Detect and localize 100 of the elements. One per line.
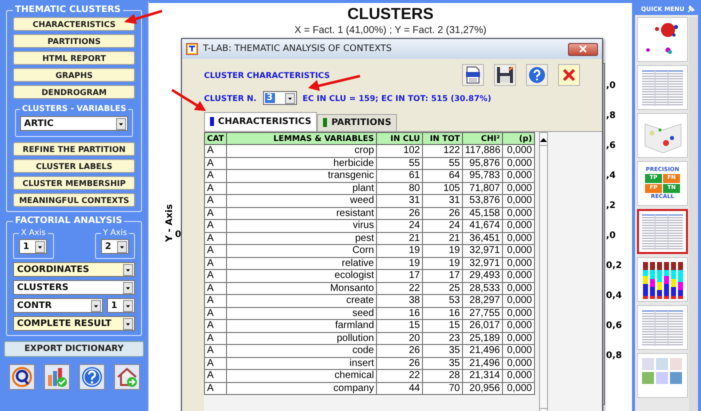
table-cell: 20,956 [462,382,502,394]
table-cell: A [204,357,226,370]
table-cell: 102 [376,144,422,157]
table-cell: crop [226,144,376,157]
table-cell: 21 [422,232,462,244]
column-header[interactable]: CHI² [462,132,502,144]
table-cell: 21,496 [462,357,502,370]
table-cell: A [204,170,226,182]
table-cell: 21,496 [462,344,502,357]
table-cell: 28 [422,370,462,382]
axis-title: Y Axis [102,228,128,238]
table-cell: Corn [226,244,376,257]
menu-button[interactable]: HTML REPORT [13,51,136,65]
table-cell: 41,674 [462,220,502,232]
table-cell: 0,000 [502,270,534,282]
group-title: FACTORIAL ANALYSIS [14,216,124,226]
table-cell: 29,493 [462,270,502,282]
column-header[interactable]: LEMMAS & VARIABLES [226,132,376,144]
axis-dropdown[interactable]: 2 [100,239,129,254]
menu-button[interactable]: CLUSTER LABELS [13,159,136,173]
menu-button[interactable]: PARTITIONS [13,34,136,48]
table-cell: 26 [376,207,422,220]
table-cell: 80 [376,182,422,194]
table-cell: A [204,307,226,320]
dropdown[interactable]: CLUSTERS [13,280,135,295]
table-cell: ecologist [226,270,376,282]
column-header[interactable]: (p) [502,132,534,144]
column-header[interactable]: CAT [204,132,226,144]
table-cell: 28,297 [462,294,502,307]
table-cell: A [204,220,226,232]
table-cell: pest [226,232,376,244]
table-cell: 71,807 [462,182,502,194]
column-header[interactable]: IN TOT [422,132,462,144]
table-cell: 0,000 [502,382,534,394]
table-cell: 0,000 [502,157,534,170]
table-cell: 19 [376,257,422,270]
table-cell: weed [226,194,376,207]
table-cell: 0,000 [502,320,534,332]
table-cell: 28,533 [462,282,502,294]
table-cell: insert [226,357,376,370]
table-cell: 32,971 [462,257,502,270]
table-cell: 53 [422,294,462,307]
table-cell: A [204,320,226,332]
group-title: THEMATIC CLUSTERS [14,5,122,15]
table-cell: 38 [376,294,422,307]
table-cell: 22 [376,370,422,382]
export-button[interactable]: EXPORT DICTIONARY [4,341,144,357]
table-cell: 0,000 [502,220,534,232]
menu-button[interactable]: GRAPHS [13,68,136,82]
table-cell: A [204,282,226,294]
menu-button[interactable]: CHARACTERISTICS [13,17,136,31]
table-cell: 36,451 [462,232,502,244]
table-cell: 15 [422,320,462,332]
table-cell: 26,017 [462,320,502,332]
dropdown[interactable]: ARTIC [20,116,128,131]
cluster-dropdown[interactable]: 3 [262,91,297,105]
table-cell: 122 [422,144,462,157]
table-cell: A [204,257,226,270]
table-cell: create [226,294,376,307]
table-cell: 55 [376,157,422,170]
tab[interactable]: CHARACTERISTICS [204,112,318,131]
table-cell: 24 [422,220,462,232]
table-cell: A [204,194,226,207]
table-cell: 61 [376,170,422,182]
dropdown[interactable]: COORDINATES [13,262,135,277]
column-header[interactable]: IN CLU [376,132,422,144]
table-cell: 16 [376,307,422,320]
table-cell: 0,000 [502,207,534,220]
table-cell: 105 [422,182,462,194]
menu-button[interactable]: REFINE THE PARTITION [13,142,136,156]
table-cell: A [204,232,226,244]
table-cell: 64 [422,170,462,182]
dropdown[interactable]: COMPLETE RESULT [13,316,135,331]
axis-dropdown[interactable]: 1 [19,239,47,254]
table-cell: 26 [376,344,422,357]
table-cell: 22 [376,282,422,294]
table-cell: 26 [376,357,422,370]
axis-tick: 0,6 [606,320,622,333]
table-cell: 25 [422,282,462,294]
axis-tick: ,0 [606,80,617,93]
table-cell: A [204,370,226,382]
table-cell: A [204,294,226,307]
table-cell: Monsanto [226,282,376,294]
table-cell: 0,000 [502,307,534,320]
table-cell: A [204,332,226,344]
table-cell: 55 [422,157,462,170]
table-cell: 31 [422,194,462,207]
dropdown[interactable]: CONTR [13,298,103,313]
table-cell: 0,000 [502,194,534,207]
dropdown[interactable]: 1 [107,298,135,313]
table-cell: 0,000 [502,170,534,182]
tab[interactable]: PARTITIONS [317,114,398,131]
menu-button[interactable]: MEANINGFUL CONTEXTS [13,193,136,207]
menu-button[interactable]: DENDROGRAM [13,85,136,99]
table-cell: 32,971 [462,244,502,257]
table-cell: 15 [376,320,422,332]
axis-tick: ,8 [606,110,617,123]
table-cell: 0,000 [502,294,534,307]
table-cell: 0,000 [502,370,534,382]
menu-button[interactable]: CLUSTER MEMBERSHIP [13,176,136,190]
